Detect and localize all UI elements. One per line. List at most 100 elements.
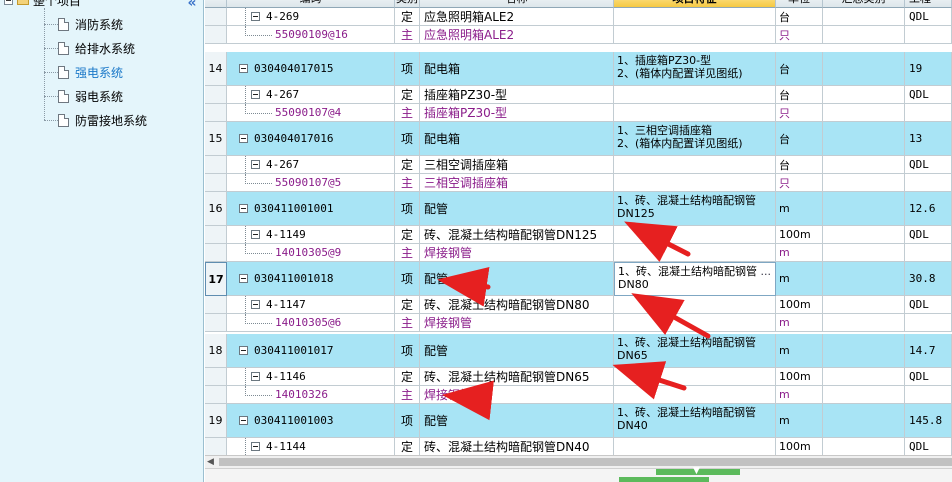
type-cell[interactable]: 定 [395, 226, 420, 244]
summary-cell[interactable] [823, 244, 905, 262]
type-cell[interactable]: 定 [395, 156, 420, 174]
name-cell[interactable]: 砖、混凝土结构暗配钢管DN80 [420, 296, 614, 314]
type-cell[interactable]: 项 [395, 122, 420, 156]
collapse-toggle-icon[interactable] [251, 230, 260, 239]
qty-cell[interactable]: QDL [905, 368, 952, 386]
code-cell[interactable]: 030411001018 [227, 262, 395, 296]
header-code[interactable]: 编码 [227, 0, 395, 8]
table-row[interactable]: 15 030404017016 项配电箱 1、三相空调插座箱 2、(箱体内配置详见图纸… [205, 122, 952, 156]
summary-cell[interactable] [823, 404, 905, 438]
qty-cell[interactable]: 14.7 [905, 334, 952, 368]
table-row[interactable]: 14 030404017015 项配电箱 1、插座箱PZ30-型 2、(箱体内配置详见… [205, 52, 952, 86]
summary-cell[interactable] [823, 156, 905, 174]
type-cell[interactable]: 主 [395, 174, 420, 192]
summary-cell[interactable] [823, 296, 905, 314]
type-cell[interactable]: 项 [395, 262, 420, 296]
type-cell[interactable]: 定 [395, 8, 420, 26]
summary-cell[interactable] [823, 386, 905, 404]
qty-cell[interactable]: QDL [905, 8, 952, 26]
feature-cell[interactable]: 1、插座箱PZ30-型 2、(箱体内配置详见图纸) [614, 52, 776, 86]
qty-cell[interactable]: 19 [905, 52, 952, 86]
row-index[interactable] [205, 8, 227, 26]
qty-cell[interactable] [905, 386, 952, 404]
row-index[interactable] [205, 438, 227, 455]
feature-cell[interactable] [614, 26, 776, 44]
table-row[interactable]: 4-267 定插座箱PZ30-型 台 QDL [205, 86, 952, 104]
scrollbar-thumb[interactable] [219, 458, 952, 466]
type-cell[interactable]: 项 [395, 192, 420, 226]
table-row[interactable]: 17 030411001018 项配管 1、砖、混凝土结构暗配钢管DN80... m 30… [205, 262, 952, 296]
code-cell[interactable]: 4-267 [227, 86, 395, 104]
qty-cell[interactable]: QDL [905, 438, 952, 455]
qty-cell[interactable] [905, 26, 952, 44]
edit-feature-button[interactable]: ... [761, 265, 772, 278]
code-cell[interactable]: 4-269 [227, 8, 395, 26]
unit-cell[interactable]: 只 [776, 104, 823, 122]
code-cell[interactable]: 55090109@16 [227, 26, 395, 44]
code-cell[interactable]: 4-1146 [227, 368, 395, 386]
qty-cell[interactable]: 13 [905, 122, 952, 156]
row-index[interactable] [205, 386, 227, 404]
unit-cell[interactable]: m [776, 386, 823, 404]
table-row[interactable]: 55090107@5 主三相空调插座箱 只 [205, 174, 952, 192]
code-cell[interactable]: 030404017015 [227, 52, 395, 86]
header-summary[interactable]: 汇总类别 [823, 0, 905, 8]
unit-cell[interactable]: 100m [776, 296, 823, 314]
row-index[interactable] [205, 226, 227, 244]
type-cell[interactable]: 定 [395, 438, 420, 455]
feature-cell[interactable]: 1、砖、混凝土结构暗配钢管DN40 [614, 404, 776, 438]
unit-cell[interactable]: m [776, 262, 823, 296]
feature-cell[interactable] [614, 438, 776, 455]
summary-cell[interactable] [823, 122, 905, 156]
summary-cell[interactable] [823, 192, 905, 226]
collapse-toggle-icon[interactable] [251, 12, 260, 21]
name-cell[interactable]: 插座箱PZ30-型 [420, 104, 614, 122]
header-unit[interactable]: 单位 [776, 0, 823, 8]
table-row[interactable]: 55090107@4 主插座箱PZ30-型 只 [205, 104, 952, 122]
code-cell[interactable]: 14010305@9 [227, 244, 395, 262]
feature-cell[interactable]: 1、三相空调插座箱 2、(箱体内配置详见图纸) [614, 122, 776, 156]
row-index[interactable] [205, 314, 227, 332]
summary-cell[interactable] [823, 314, 905, 332]
tree-item[interactable]: 给排水系统 [44, 38, 135, 58]
feature-cell[interactable] [614, 8, 776, 26]
type-cell[interactable]: 项 [395, 334, 420, 368]
collapse-toggle-icon[interactable] [251, 442, 260, 451]
unit-cell[interactable]: 台 [776, 8, 823, 26]
table-row[interactable]: 4-1144 定砖、混凝土结构暗配钢管DN40 100m QDL [205, 438, 952, 455]
scroll-left-icon[interactable]: ◀ [207, 457, 214, 467]
summary-cell[interactable] [823, 226, 905, 244]
qty-cell[interactable]: QDL [905, 296, 952, 314]
feature-cell[interactable] [614, 226, 776, 244]
row-index[interactable]: 16 [205, 192, 227, 226]
qty-cell[interactable] [905, 104, 952, 122]
name-cell[interactable]: 配电箱 [420, 122, 614, 156]
tree-item[interactable]: 弱电系统 [44, 86, 123, 106]
header-qty-expr[interactable]: 工程量... [905, 0, 952, 8]
row-index[interactable]: 14 [205, 52, 227, 86]
unit-cell[interactable]: m [776, 244, 823, 262]
type-cell[interactable]: 定 [395, 368, 420, 386]
row-index[interactable] [205, 156, 227, 174]
row-index[interactable] [205, 368, 227, 386]
table-row[interactable]: 4-1149 定砖、混凝土结构暗配钢管DN125 100m QDL [205, 226, 952, 244]
unit-cell[interactable]: 100m [776, 226, 823, 244]
name-cell[interactable]: 应急照明箱ALE2 [420, 8, 614, 26]
table-row[interactable]: 18 030411001017 项配管 1、砖、混凝土结构暗配钢管DN65 m 14.7 [205, 334, 952, 368]
name-cell[interactable]: 三相空调插座箱 [420, 174, 614, 192]
code-cell[interactable]: 4-1144 [227, 438, 395, 455]
qty-cell[interactable]: QDL [905, 86, 952, 104]
name-cell[interactable]: 焊接钢管 [420, 314, 614, 332]
unit-cell[interactable]: 100m [776, 368, 823, 386]
summary-cell[interactable] [823, 104, 905, 122]
header-feature[interactable]: 项目特征 [614, 0, 776, 8]
feature-cell[interactable]: 1、砖、混凝土结构暗配钢管DN65 [614, 334, 776, 368]
type-cell[interactable]: 定 [395, 296, 420, 314]
collapse-toggle-icon[interactable] [239, 346, 248, 355]
type-cell[interactable]: 主 [395, 314, 420, 332]
type-cell[interactable]: 项 [395, 404, 420, 438]
row-index[interactable]: 19 [205, 404, 227, 438]
name-cell[interactable]: 配管 [420, 404, 614, 438]
feature-cell[interactable]: 1、砖、混凝土结构暗配钢管DN80... [614, 262, 776, 296]
qty-cell[interactable]: QDL [905, 156, 952, 174]
